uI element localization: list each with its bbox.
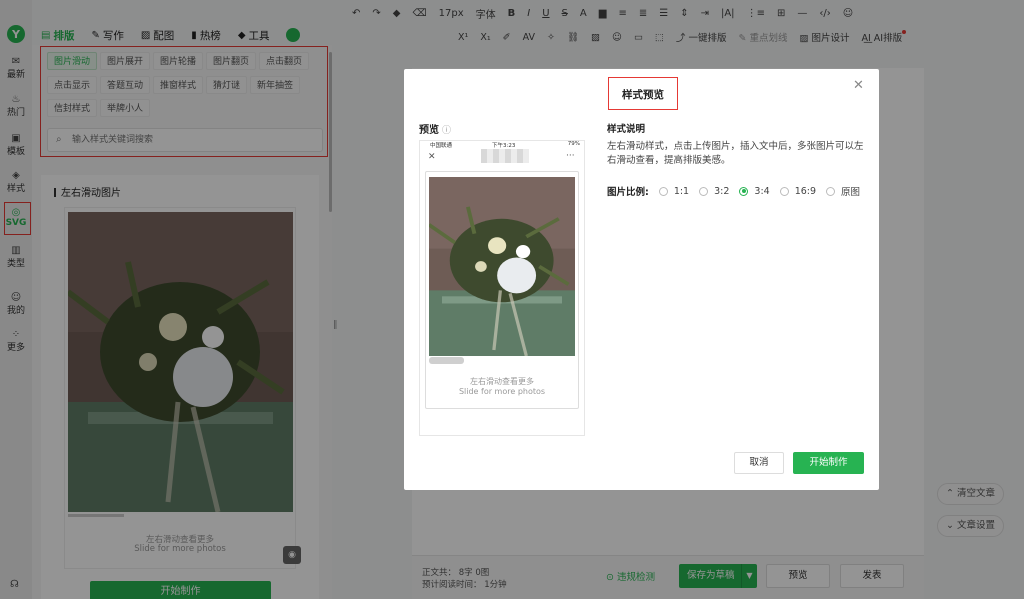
- phone-more-icon: ···: [566, 151, 575, 161]
- close-icon[interactable]: ✕: [853, 78, 864, 93]
- phone-hint-cn: 左右滑动查看更多: [470, 377, 534, 386]
- phone-hint-en: Slide for more photos: [458, 387, 546, 396]
- cancel-button[interactable]: 取消: [734, 452, 784, 474]
- phone-flower-photo[interactable]: [429, 177, 575, 356]
- ratio-label: 图片比例:: [607, 187, 649, 198]
- help-icon[interactable]: ⓘ: [442, 126, 451, 136]
- phone-close-icon: ✕: [428, 152, 436, 162]
- blurred-title: [481, 149, 529, 163]
- style-desc: 左右滑动样式，点击上传图片，插入文中后，多张图片可以左右滑动查看，提高排版美感。: [607, 141, 864, 166]
- modal-start-button[interactable]: 开始制作: [793, 452, 864, 474]
- preview-label: 预览 ⓘ: [419, 125, 452, 136]
- phone-scroll-indicator: [429, 357, 464, 364]
- ratio-3-4[interactable]: 3:4: [739, 186, 770, 197]
- ratio-16-9[interactable]: 16:9: [779, 186, 816, 197]
- ratio-3-2[interactable]: 3:2: [699, 186, 729, 197]
- highlight-box-title: [608, 77, 678, 110]
- ratio-original[interactable]: 原图: [826, 184, 860, 198]
- style-desc-title: 样式说明: [607, 124, 646, 135]
- ratio-1-1[interactable]: 1:1: [658, 186, 689, 197]
- ratio-group: 图片比例: 1:1 3:2 3:4 16:9 原图: [607, 184, 870, 199]
